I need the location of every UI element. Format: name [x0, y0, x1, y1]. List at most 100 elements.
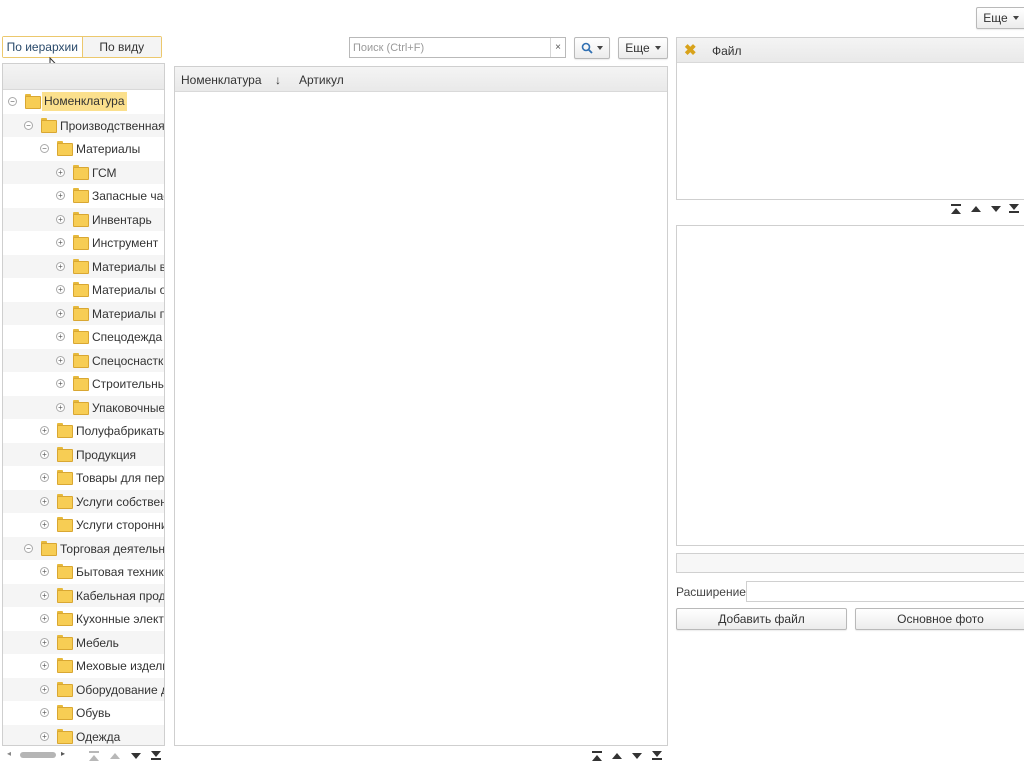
move-first-button[interactable]	[84, 748, 104, 763]
tree-item[interactable]: + Материалы вспомогательные	[3, 254, 164, 278]
tree-item[interactable]: − Торговая деятельность	[3, 536, 164, 560]
move-down-button[interactable]	[126, 748, 146, 763]
expand-icon[interactable]: +	[40, 590, 49, 600]
expand-icon[interactable]: +	[56, 308, 65, 318]
collapse-icon[interactable]: −	[24, 120, 33, 130]
expand-icon[interactable]: +	[40, 731, 49, 741]
column-name-header[interactable]: Номенклатура	[181, 73, 262, 87]
list-more-label: Еще	[625, 41, 650, 55]
list-move-first-button[interactable]	[587, 748, 607, 763]
tree-item[interactable]: + Инструмент	[3, 231, 164, 255]
tree-item[interactable]: + Товары для перепродажи	[3, 466, 164, 490]
collapse-icon[interactable]: −	[40, 144, 49, 153]
list-move-last-button[interactable]	[647, 748, 667, 763]
view-by-hierarchy-tab[interactable]: По иерархии	[3, 37, 83, 57]
tree-item[interactable]: + Продукция	[3, 442, 164, 466]
expand-icon[interactable]: +	[56, 332, 65, 341]
tree-item[interactable]: + Спецодежда	[3, 325, 164, 349]
folder-icon	[57, 658, 73, 673]
tree-item[interactable]: + Строительные материалы	[3, 372, 164, 396]
list-move-down-button[interactable]	[627, 748, 647, 763]
expand-icon[interactable]: +	[40, 637, 49, 647]
tree-item-label: Материалы вспомогательные	[92, 259, 164, 274]
top-more-button[interactable]: Еще	[976, 7, 1024, 29]
files-move-last-button[interactable]	[1004, 201, 1024, 216]
tree-item[interactable]: + Материалы прочие	[3, 301, 164, 325]
bar-icon	[89, 751, 99, 753]
expand-icon[interactable]: +	[40, 520, 49, 529]
search-clear-button[interactable]: ×	[550, 38, 565, 57]
expand-icon[interactable]: +	[56, 214, 65, 224]
files-move-first-button[interactable]	[946, 201, 966, 216]
tree-item[interactable]: − Номенклатура	[3, 90, 164, 114]
add-file-button[interactable]: Добавить файл	[676, 608, 847, 630]
expand-icon[interactable]: +	[40, 708, 49, 717]
expand-icon[interactable]: +	[40, 426, 49, 435]
expand-icon[interactable]: +	[56, 238, 65, 247]
bar-icon	[592, 751, 602, 753]
file-column-header[interactable]: Файл	[712, 44, 742, 58]
search-button[interactable]	[574, 37, 610, 59]
expand-icon[interactable]: +	[40, 661, 49, 670]
tree-item[interactable]: + Материалы основные	[3, 278, 164, 302]
file-path-field[interactable]	[676, 553, 1024, 573]
extension-field[interactable]	[746, 581, 1024, 602]
tree-item[interactable]: + Кухонные электроприборы	[3, 607, 164, 631]
expand-icon[interactable]: +	[40, 473, 49, 482]
expand-icon[interactable]: +	[56, 355, 65, 365]
tree-item[interactable]: + Запасные части	[3, 184, 164, 208]
tree-item[interactable]: + Одежда	[3, 724, 164, 745]
tree-item[interactable]: + Услуги сторонних организаций	[3, 513, 164, 537]
scroll-right-icon[interactable]: ▸	[61, 749, 65, 758]
tree-item[interactable]: + Бытовая техника	[3, 560, 164, 584]
search-input[interactable]	[349, 37, 566, 58]
expand-icon[interactable]: +	[40, 684, 49, 694]
files-move-up-button[interactable]	[966, 201, 986, 216]
tree-item-label: Материалы основные	[92, 283, 164, 297]
up-arrow-icon	[110, 752, 120, 759]
move-last-button[interactable]	[146, 748, 166, 763]
folder-icon	[57, 517, 73, 532]
delete-file-icon[interactable]: ✖	[684, 41, 697, 59]
view-by-type-tab[interactable]: По виду	[82, 37, 161, 57]
tree-item[interactable]: + Инвентарь	[3, 207, 164, 231]
tree-item-label: Материалы прочие	[92, 306, 164, 321]
move-up-button[interactable]	[105, 748, 125, 763]
expand-icon[interactable]: +	[56, 167, 65, 177]
expand-icon[interactable]: +	[56, 261, 65, 271]
double-up-arrow-icon	[592, 754, 602, 761]
tree-item[interactable]: − Материалы	[3, 137, 164, 161]
collapse-icon[interactable]: −	[8, 97, 17, 106]
tree-item[interactable]: + Упаковочные материалы	[3, 395, 164, 419]
list-move-up-button[interactable]	[607, 748, 627, 763]
tree-item[interactable]: + Оборудование для дома	[3, 677, 164, 701]
tree-item[interactable]: + Обувь	[3, 701, 164, 725]
expand-icon[interactable]: +	[56, 379, 65, 388]
folder-icon	[41, 540, 57, 556]
scroll-left-icon[interactable]: ◂	[7, 749, 11, 758]
tree-item[interactable]: + ГСМ	[3, 160, 164, 184]
main-photo-button[interactable]: Основное фото	[855, 608, 1024, 630]
double-up-arrow-icon	[951, 207, 961, 214]
double-down-arrow-icon	[1009, 203, 1019, 210]
tree-item[interactable]: − Производственная деятельность	[3, 113, 164, 137]
tree-item[interactable]: + Спецоснастка	[3, 348, 164, 372]
expand-icon[interactable]: +	[40, 614, 49, 623]
collapse-icon[interactable]: −	[24, 543, 33, 553]
expand-icon[interactable]: +	[40, 496, 49, 506]
column-article-header[interactable]: Артикул	[299, 73, 344, 87]
tree-item[interactable]: + Полуфабрикаты	[3, 419, 164, 443]
list-more-button[interactable]: Еще	[618, 37, 668, 59]
horizontal-scrollbar-thumb[interactable]	[20, 752, 56, 758]
expand-icon[interactable]: +	[56, 402, 65, 412]
tree-item[interactable]: + Кабельная продукция	[3, 583, 164, 607]
folder-icon	[73, 282, 89, 297]
expand-icon[interactable]: +	[56, 191, 65, 200]
files-move-down-button[interactable]	[986, 201, 1006, 216]
tree-item[interactable]: + Мебель	[3, 630, 164, 654]
expand-icon[interactable]: +	[56, 285, 65, 294]
expand-icon[interactable]: +	[40, 567, 49, 576]
tree-item[interactable]: + Меховые изделия	[3, 654, 164, 678]
tree-item[interactable]: + Услуги собственные	[3, 489, 164, 513]
expand-icon[interactable]: +	[40, 449, 49, 459]
